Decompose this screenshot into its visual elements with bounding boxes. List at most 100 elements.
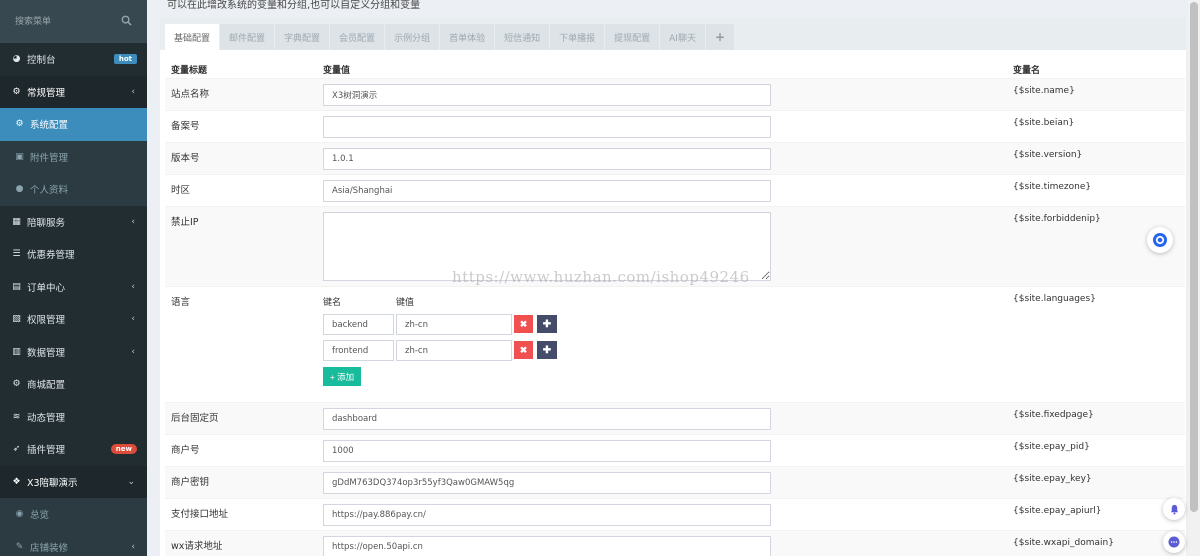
- lang-key-input[interactable]: [323, 314, 394, 335]
- row-label: 禁止IP: [171, 217, 199, 228]
- drag-handle-button[interactable]: ✚: [537, 341, 557, 359]
- sidebar-item-orders[interactable]: ▤ 订单中心 ‹: [0, 271, 147, 304]
- chevron-left-icon: ‹: [131, 86, 135, 97]
- lang-value-input[interactable]: [396, 314, 512, 335]
- sidebar-item-label: 店铺装修: [30, 542, 69, 554]
- row-label: 支付接口地址: [171, 509, 229, 520]
- row-label: 商户号: [171, 445, 200, 456]
- version-input[interactable]: [323, 148, 771, 170]
- row-label: 商户密钥: [171, 477, 210, 488]
- chevron-left-icon: ‹: [131, 314, 135, 325]
- tab-email[interactable]: 邮件配置: [220, 23, 275, 50]
- sidebar-item-data[interactable]: ▥ 数据管理 ‹: [0, 336, 147, 369]
- close-icon: ✖: [519, 344, 528, 355]
- assistant-icon: [1153, 233, 1167, 247]
- scrollbar-thumb[interactable]: [1190, 2, 1198, 512]
- row-var: {$site.fixedpage}: [1013, 410, 1094, 420]
- sidebar-item-dashboard[interactable]: ◕ 控制台 hot: [0, 43, 147, 76]
- table-row: 禁止IP {$site.forbiddenip}: [165, 206, 1185, 286]
- kv-key-header: 键名: [323, 298, 342, 308]
- tab-withdraw[interactable]: 提现配置: [605, 23, 660, 50]
- list-icon: ☰: [12, 249, 21, 260]
- lang-value-input[interactable]: [396, 340, 512, 361]
- sidebar-item-permissions[interactable]: ▧ 权限管理 ‹: [0, 303, 147, 336]
- merchant-id-input[interactable]: [323, 440, 771, 462]
- notification-button[interactable]: [1163, 498, 1185, 520]
- sidebar-item-attachments[interactable]: ▣ 附件管理: [0, 140, 147, 173]
- tab-sms[interactable]: 短信通知: [495, 23, 550, 50]
- beian-input[interactable]: [323, 116, 771, 138]
- sidebar-item-plugins[interactable]: ➶ 插件管理 new: [0, 433, 147, 466]
- group-icon: ▧: [12, 314, 21, 325]
- page-scrollbar[interactable]: [1188, 0, 1200, 556]
- sidebar-item-x3-demo[interactable]: ❖ X3陪聊演示 ⌄: [0, 465, 147, 498]
- fixed-page-input[interactable]: [323, 408, 771, 430]
- search-input[interactable]: [8, 10, 139, 33]
- table-row: 站点名称 {$site.name}: [165, 78, 1185, 110]
- table-row: 支付接口地址 {$site.epay_apiurl}: [165, 498, 1185, 530]
- close-icon: ✖: [519, 318, 528, 329]
- sidebar-item-label: 控制台: [27, 55, 56, 67]
- sidebar-search: [0, 0, 147, 43]
- chevron-down-icon: ⌄: [127, 476, 135, 487]
- tab-add-button[interactable]: +: [705, 23, 735, 50]
- add-language-button[interactable]: + 添加: [323, 367, 361, 386]
- table-icon: ▦: [12, 216, 21, 227]
- sidebar-item-label: 商城配置: [27, 380, 66, 392]
- tab-order-broadcast[interactable]: 下单播报: [550, 23, 605, 50]
- forbidden-ip-textarea[interactable]: [323, 212, 771, 281]
- tab-member[interactable]: 会员配置: [330, 23, 385, 50]
- paint-brush-icon: ✎: [15, 541, 24, 552]
- row-label: 版本号: [171, 153, 200, 164]
- sidebar-item-shop-config[interactable]: ⚙ 商城配置: [0, 368, 147, 401]
- timezone-input[interactable]: [323, 180, 771, 202]
- row-label: wx请求地址: [171, 541, 223, 552]
- sidebar-item-chat-service[interactable]: ▦ 陪聊服务 ‹: [0, 206, 147, 239]
- chevron-left-icon: ‹: [131, 281, 135, 292]
- table-row: 商户号 {$site.epay_pid}: [165, 434, 1185, 466]
- sidebar-item-label: 数据管理: [27, 347, 66, 359]
- tab-ai-chat[interactable]: AI聊天: [660, 23, 705, 50]
- row-var: {$site.version}: [1013, 150, 1083, 160]
- hot-badge: hot: [113, 54, 137, 65]
- search-icon[interactable]: [121, 15, 133, 27]
- sidebar-item-coupons[interactable]: ☰ 优惠券管理: [0, 238, 147, 271]
- chat-button[interactable]: [1163, 531, 1185, 553]
- row-var: {$site.epay_key}: [1013, 474, 1092, 484]
- sidebar-item-profile[interactable]: ● 个人资料: [0, 173, 147, 206]
- sidebar-item-label: 陪聊服务: [27, 217, 66, 229]
- sidebar-item-overview[interactable]: ◉ 总览: [0, 498, 147, 531]
- tab-example[interactable]: 示例分组: [385, 23, 440, 50]
- file-image-icon: ▣: [15, 151, 24, 162]
- table-row: 备案号 {$site.beian}: [165, 110, 1185, 142]
- tab-basic[interactable]: 基础配置: [165, 23, 220, 50]
- drag-handle-button[interactable]: ✚: [537, 315, 557, 333]
- kv-value-header: 键值: [396, 298, 415, 308]
- site-name-input[interactable]: [323, 84, 771, 106]
- remove-button[interactable]: ✖: [514, 341, 533, 359]
- sidebar-item-label: X3陪聊演示: [27, 477, 78, 489]
- row-var: {$site.wxapi_domain}: [1013, 538, 1114, 548]
- merchant-key-input[interactable]: [323, 472, 771, 494]
- sidebar-item-moments[interactable]: ≋ 动态管理: [0, 401, 147, 434]
- sidebar-item-label: 系统配置: [30, 120, 69, 132]
- table-row: 时区 {$site.timezone}: [165, 174, 1185, 206]
- search-wrapper: [8, 10, 139, 33]
- row-var: {$site.languages}: [1013, 294, 1096, 304]
- floating-assistant-button[interactable]: [1147, 227, 1173, 253]
- sidebar-item-system-config[interactable]: ⚙ 系统配置: [0, 108, 147, 141]
- lang-key-input[interactable]: [323, 340, 394, 361]
- sidebar-item-store-decor[interactable]: ✎ 店铺装修 ‹: [0, 530, 147, 556]
- tab-dictionary[interactable]: 字典配置: [275, 23, 330, 50]
- row-label: 语言: [171, 297, 191, 308]
- arrows-icon: ✚: [542, 318, 552, 330]
- table-row: 版本号 {$site.version}: [165, 142, 1185, 174]
- user-icon: ●: [15, 184, 24, 195]
- sidebar-item-label: 动态管理: [27, 412, 66, 424]
- remove-button[interactable]: ✖: [514, 315, 533, 333]
- header-value: 变量值: [323, 66, 351, 76]
- tab-first-order[interactable]: 首单体验: [440, 23, 495, 50]
- sidebar-item-general[interactable]: ⚙ 常规管理 ‹: [0, 75, 147, 108]
- pay-api-url-input[interactable]: [323, 504, 771, 526]
- wx-api-domain-input[interactable]: [323, 536, 771, 556]
